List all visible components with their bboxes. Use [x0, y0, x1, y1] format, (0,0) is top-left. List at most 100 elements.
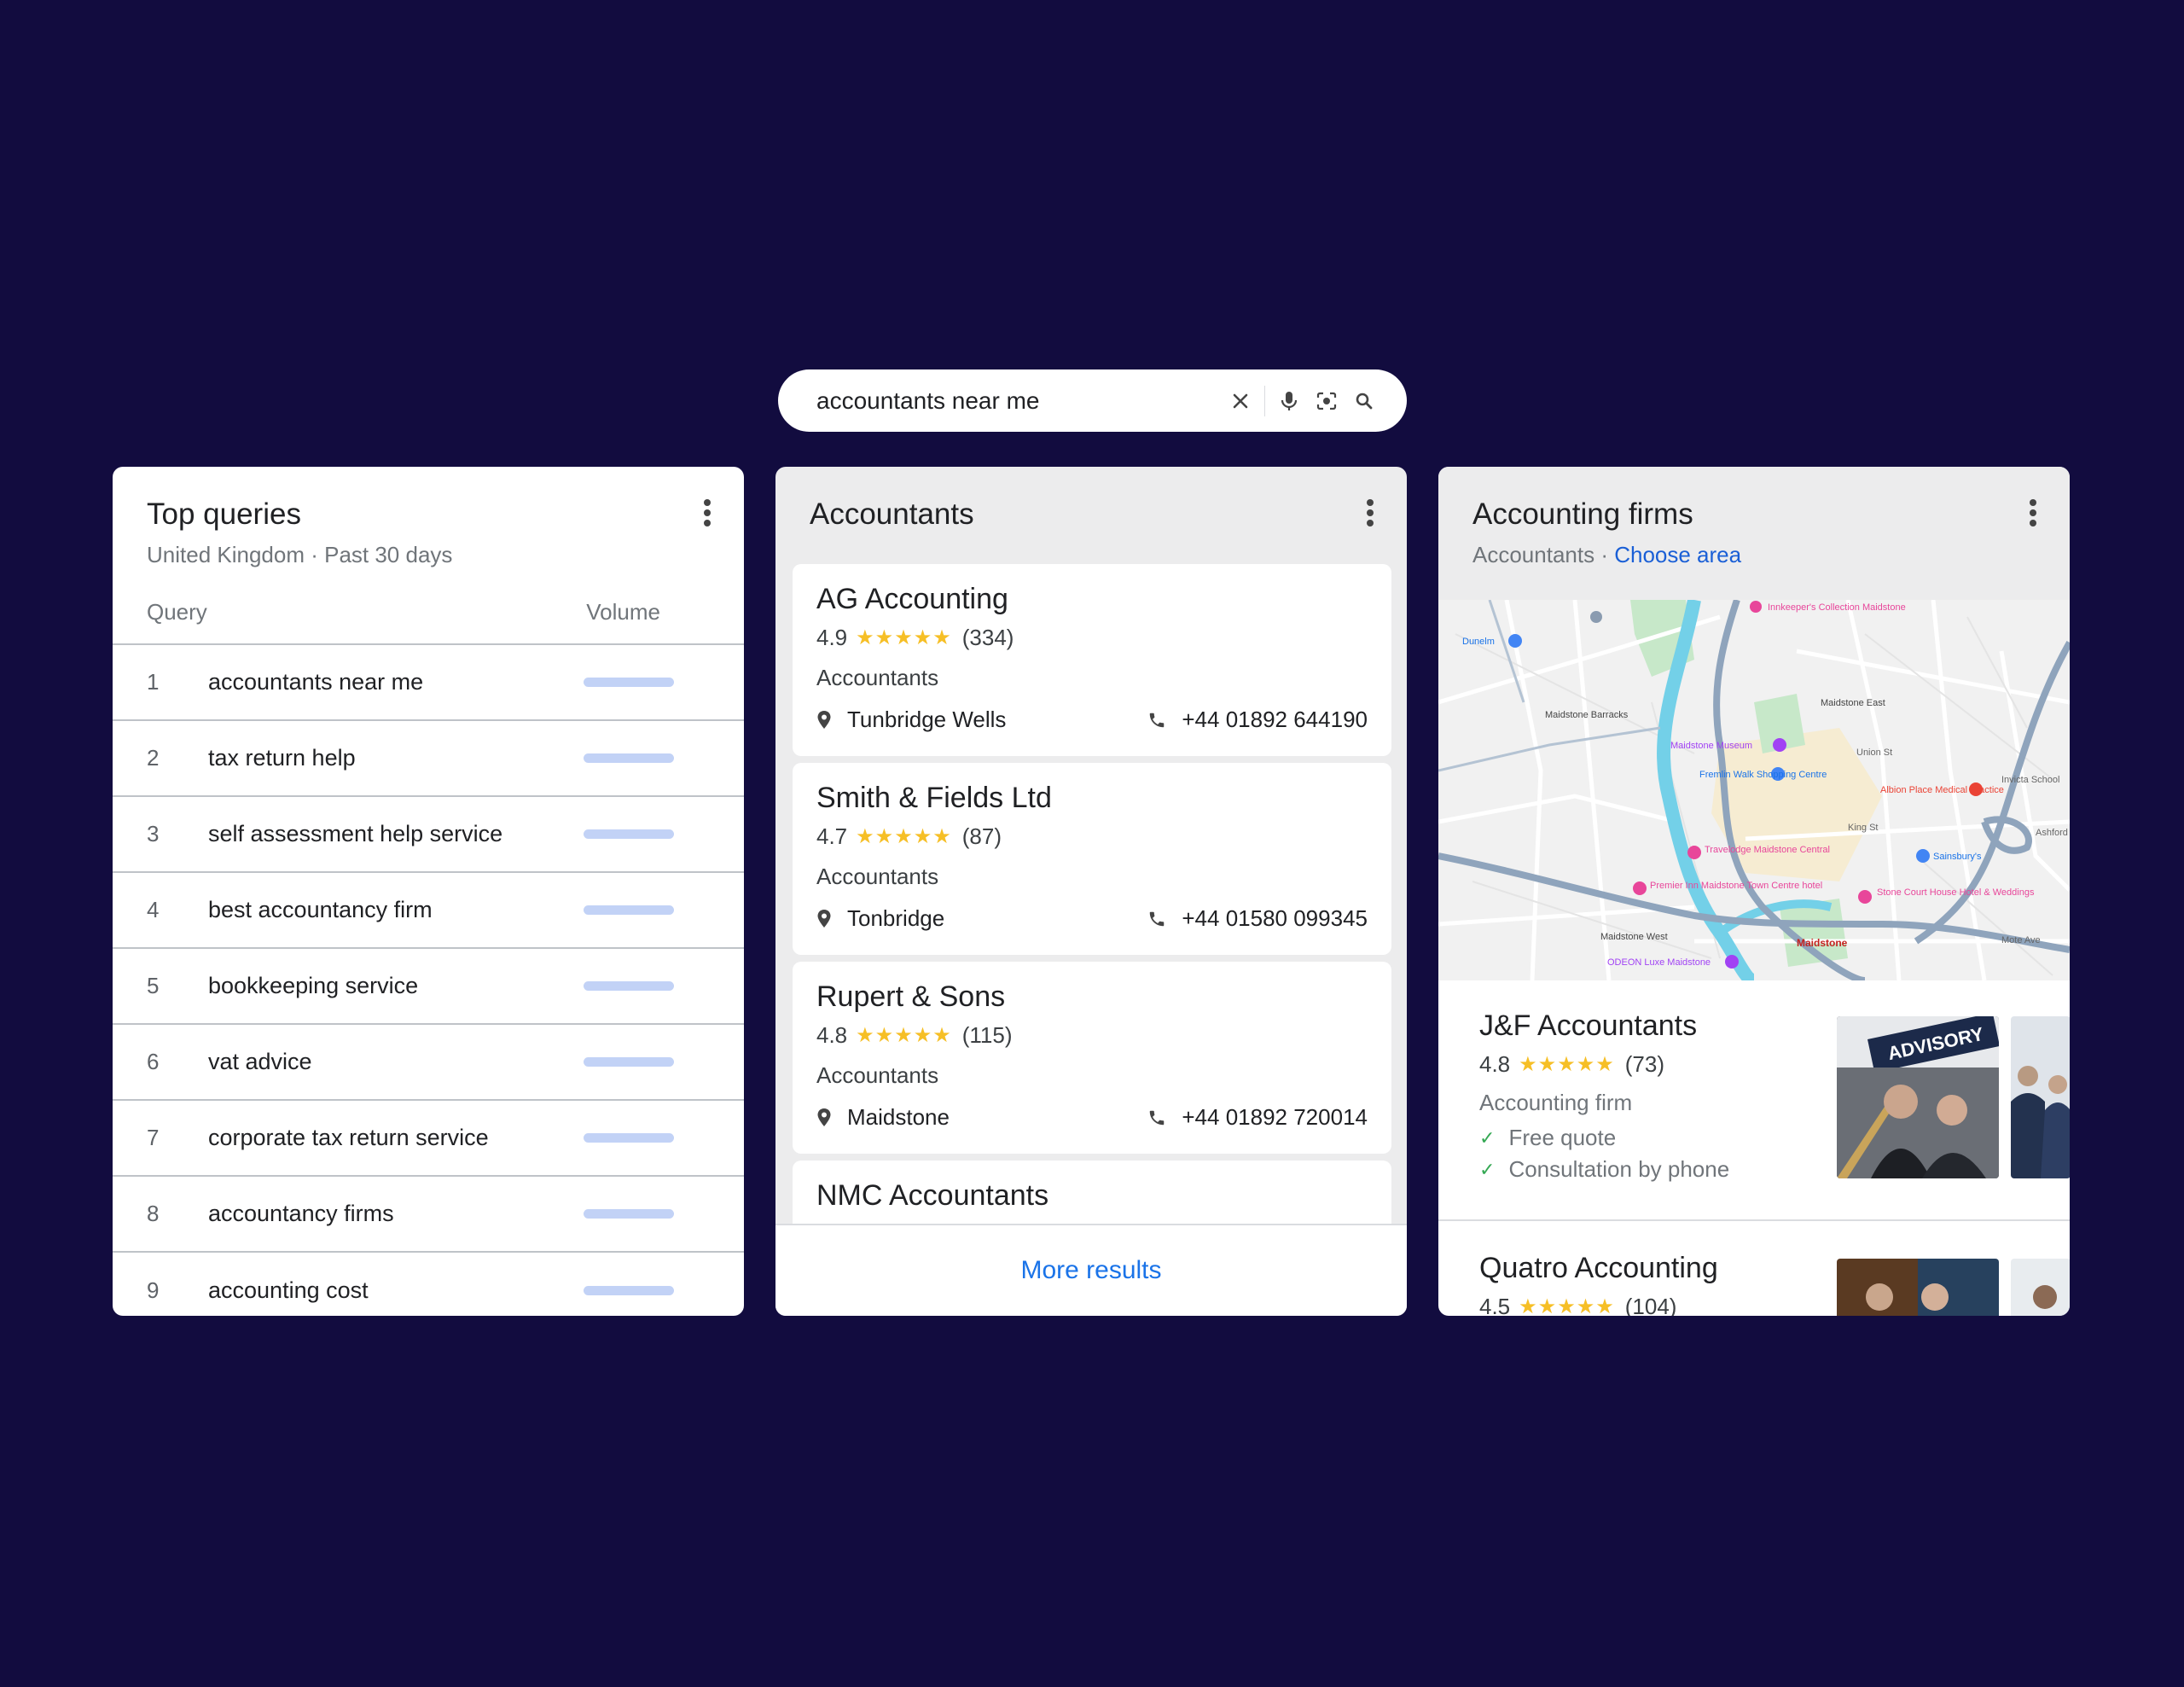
microphone-icon[interactable] [1270, 382, 1308, 420]
firm-photo[interactable] [2011, 1016, 2070, 1178]
map-label-ashford: Ashford [2036, 828, 2068, 838]
more-options-icon[interactable] [2027, 499, 2039, 526]
listing-card[interactable]: Rupert & Sons 4.8 ★★★★★ (115) Accountant… [793, 962, 1391, 1154]
map-label-fremlin: Fremlin Walk Shopping Centre [1699, 770, 1827, 780]
query-text[interactable]: accounting cost [208, 1277, 584, 1304]
query-row[interactable]: 4 best accountancy firm [113, 873, 744, 949]
map-label-barracks: Maidstone Barracks [1545, 710, 1629, 720]
rating: 4.7 ★★★★★ (87) [816, 823, 1368, 850]
firm-listing[interactable]: J&F Accountants 4.8 ★★★★★ (73) Accountin… [1438, 980, 2070, 1221]
phone-text[interactable]: +44 01892 644190 [1182, 707, 1368, 733]
top-queries-card: Top queries United Kingdom · Past 30 day… [113, 467, 744, 1316]
listing-phone[interactable]: +44 01892 644190 [1147, 707, 1368, 733]
column-headers: Query Volume [113, 568, 744, 645]
listing-card[interactable]: Smith & Fields Ltd 4.7 ★★★★★ (87) Accoun… [793, 763, 1391, 955]
top-queries-title: Top queries [147, 497, 301, 531]
location-text: Tunbridge Wells [847, 707, 1007, 732]
query-row[interactable]: 9 accounting cost [113, 1253, 744, 1316]
query-row[interactable]: 8 accountancy firms [113, 1177, 744, 1253]
listing-name[interactable]: Rupert & Sons [816, 980, 1368, 1014]
query-text[interactable]: tax return help [208, 745, 584, 771]
location-pin-icon [817, 909, 831, 928]
map-label-west: Maidstone West [1600, 932, 1668, 942]
volume-bar [584, 1057, 674, 1067]
phone-text[interactable]: +44 01892 720014 [1182, 1104, 1368, 1131]
photo-strip[interactable]: ADVISORY [1837, 1016, 2070, 1178]
query-text[interactable]: corporate tax return service [208, 1125, 584, 1151]
map-label-dunelm: Dunelm [1462, 637, 1495, 647]
query-text[interactable]: accountants near me [208, 669, 584, 695]
listing-phone[interactable]: +44 01580 099345 [1147, 905, 1368, 932]
more-results-link[interactable]: More results [1020, 1256, 1161, 1285]
column-header-volume: Volume [586, 599, 660, 625]
location-pin-icon [817, 710, 831, 729]
query-text[interactable]: best accountancy firm [208, 897, 584, 923]
volume-bar [584, 678, 674, 687]
location-text: Tonbridge [847, 905, 945, 931]
query-row[interactable]: 1 accountants near me [113, 645, 744, 721]
query-row[interactable]: 2 tax return help [113, 721, 744, 797]
volume-bar [584, 1286, 674, 1295]
query-list: 1 accountants near me 2 tax return help 3 sel… [113, 645, 744, 1316]
query-row[interactable]: 3 self assessment help service [113, 797, 744, 873]
clear-icon[interactable] [1222, 382, 1259, 420]
search-icon[interactable] [1345, 382, 1383, 420]
query-row[interactable]: 6 vat advice [113, 1025, 744, 1101]
more-options-icon[interactable] [701, 499, 713, 526]
stars-icon: ★★★★★ [1519, 1053, 1615, 1076]
query-rank: 1 [147, 669, 160, 695]
check-icon: ✓ [1479, 1158, 1496, 1180]
location-pin-icon [817, 1108, 831, 1126]
query-text[interactable]: vat advice [208, 1049, 584, 1075]
firms-subtitle: Accountants · Choose area [1472, 542, 2036, 568]
map-canvas[interactable]: Dunelm Innkeeper's Collection Maidstone … [1438, 600, 2070, 980]
firm-photo[interactable]: ADVISORY [1837, 1016, 1999, 1178]
search-input[interactable]: accountants near me [816, 387, 1222, 415]
map-label-museum: Maidstone Museum [1670, 741, 1752, 751]
map-label-mote: Mote Ave [2001, 935, 2041, 945]
feature-text: Free quote [1508, 1125, 1617, 1150]
listing-name[interactable]: Smith & Fields Ltd [816, 782, 1368, 815]
query-text[interactable]: accountancy firms [208, 1201, 584, 1227]
camera-lens-icon[interactable] [1308, 382, 1345, 420]
rating-value: 4.8 [1479, 1051, 1511, 1077]
firm-photo[interactable] [1837, 1259, 1999, 1316]
listing-phone[interactable]: +44 01892 720014 [1147, 1104, 1368, 1131]
firm-photo[interactable] [2011, 1259, 2070, 1316]
review-count: (334) [961, 625, 1014, 650]
review-count: (73) [1624, 1051, 1664, 1077]
map-label-travelodge: Travelodge Maidstone Central [1705, 845, 1830, 855]
query-text[interactable]: self assessment help service [208, 821, 584, 847]
listing-name[interactable]: AG Accounting [816, 583, 1368, 616]
more-options-icon[interactable] [1364, 499, 1376, 526]
map-label-odeon: ODEON Luxe Maidstone [1607, 957, 1711, 968]
listing-card[interactable]: AG Accounting 4.9 ★★★★★ (334) Accountant… [793, 564, 1391, 756]
accountants-title: Accountants [810, 497, 974, 531]
query-rank: 4 [147, 897, 160, 922]
listing-location: Tonbridge [816, 905, 944, 932]
rating-value: 4.5 [1479, 1294, 1511, 1316]
check-icon: ✓ [1479, 1126, 1496, 1149]
volume-bar [584, 905, 674, 915]
review-count: (87) [961, 823, 1002, 849]
map[interactable]: Dunelm Innkeeper's Collection Maidstone … [1438, 600, 2070, 980]
rating-value: 4.8 [816, 1022, 848, 1048]
firm-listing[interactable]: Quatro Accounting 4.5 ★★★★★ (104) [1438, 1221, 2070, 1316]
photo-strip[interactable] [1837, 1259, 2070, 1316]
phone-icon [1150, 713, 1165, 727]
query-rank: 8 [147, 1201, 160, 1226]
query-row[interactable]: 7 corporate tax return service [113, 1101, 744, 1177]
phone-icon [1150, 1110, 1165, 1125]
map-label-maidstone: Maidstone [1797, 937, 1848, 949]
query-text[interactable]: bookkeeping service [208, 973, 584, 999]
listing-category: Accountants [816, 864, 939, 889]
search-bar[interactable]: accountants near me [778, 369, 1407, 432]
volume-bar [584, 1133, 674, 1143]
accounting-firms-card: Accounting firms Accountants · Choose ar… [1438, 467, 2070, 1316]
map-label-premier: Premier Inn Maidstone Town Centre hotel [1650, 881, 1822, 891]
stars-icon: ★★★★★ [856, 626, 952, 649]
choose-area-link[interactable]: Choose area [1614, 542, 1741, 567]
phone-text[interactable]: +44 01580 099345 [1182, 905, 1368, 932]
listing-name[interactable]: NMC Accountants [816, 1179, 1368, 1213]
query-row[interactable]: 5 bookkeeping service [113, 949, 744, 1025]
